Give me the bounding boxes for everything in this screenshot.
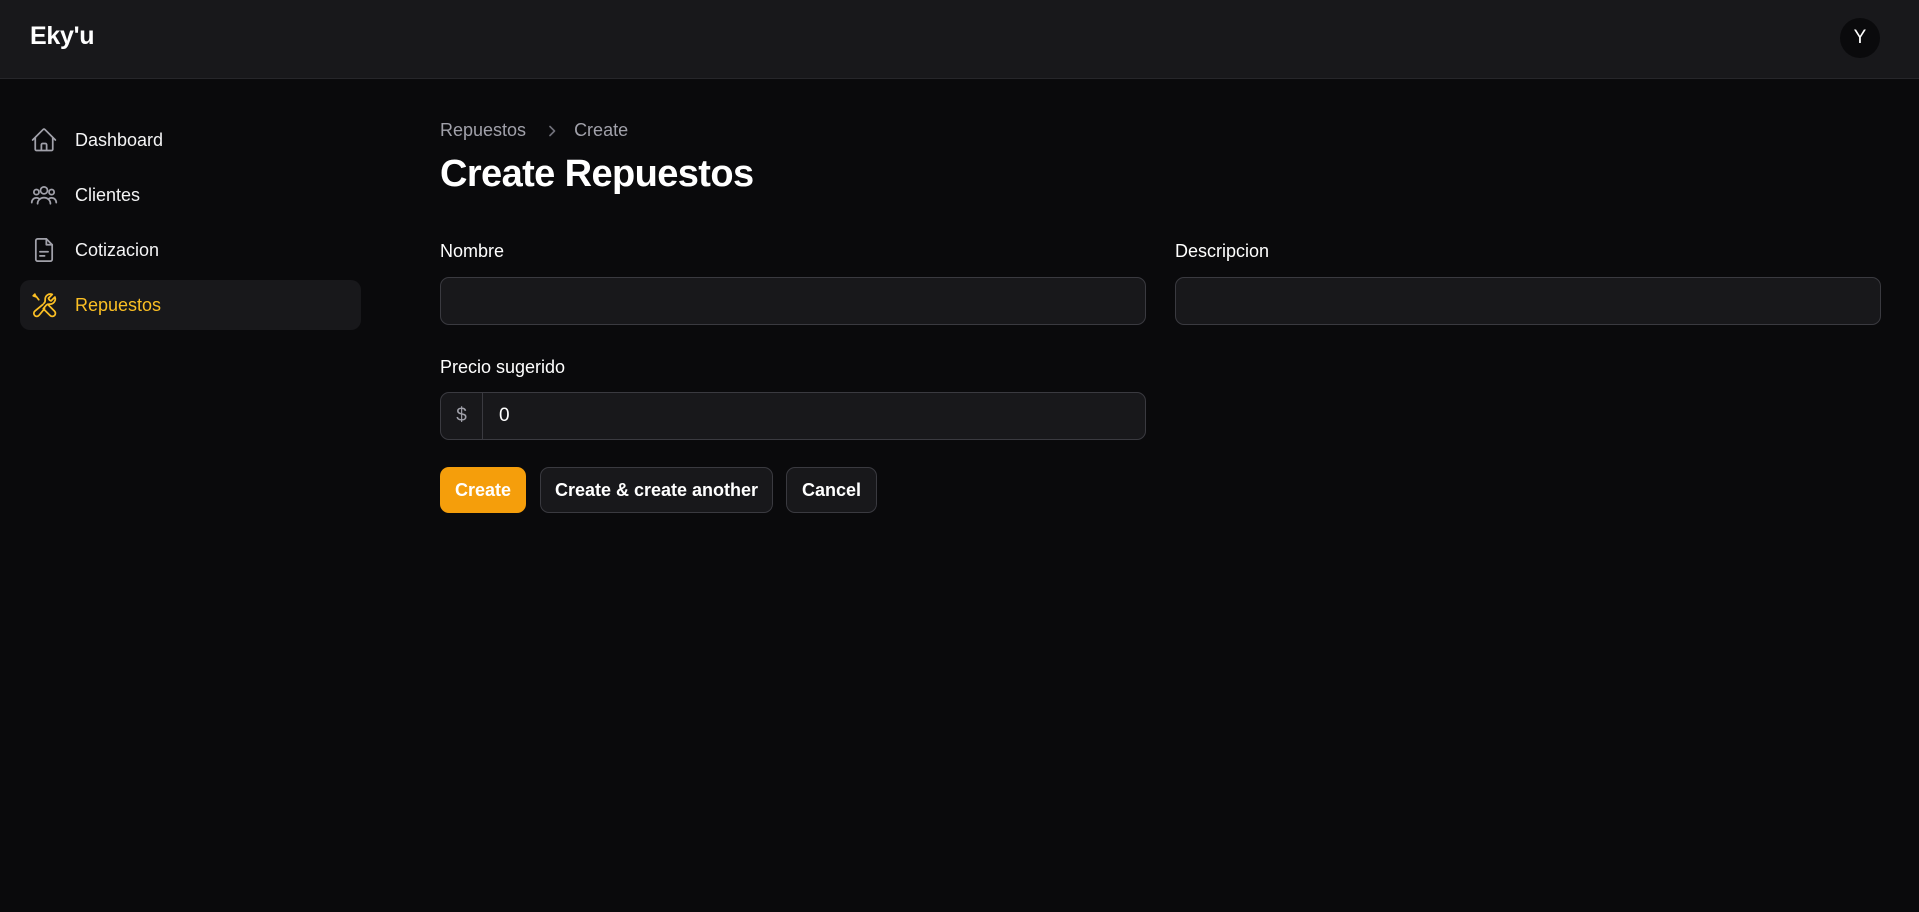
sidebar-item-dashboard[interactable]: Dashboard xyxy=(20,115,361,165)
wrench-screwdriver-icon xyxy=(30,291,58,319)
descripcion-label: Descripcion xyxy=(1175,241,1270,261)
sidebar: Dashboard Clientes Cotizacion Repuestos xyxy=(20,115,361,335)
breadcrumb-link-repuestos[interactable]: Repuestos xyxy=(440,120,526,141)
sidebar-item-label: Repuestos xyxy=(75,294,162,315)
nombre-label: Nombre xyxy=(440,241,505,261)
sidebar-item-label: Clientes xyxy=(75,184,141,205)
sidebar-item-label: Dashboard xyxy=(75,129,164,150)
user-avatar[interactable]: Y xyxy=(1840,18,1880,58)
descripcion-input[interactable] xyxy=(1175,277,1881,325)
breadcrumb-current: Create xyxy=(574,120,629,140)
page-title: Create Repuestos xyxy=(440,153,754,195)
top-bar: Eky'u Y xyxy=(0,0,1919,79)
brand-logo[interactable]: Eky'u xyxy=(30,22,95,51)
create-another-button[interactable]: Create & create another xyxy=(540,467,773,513)
sidebar-item-label: Cotizacion xyxy=(75,239,160,260)
chevron-right-icon xyxy=(544,123,560,139)
currency-prefix: $ xyxy=(441,393,483,439)
sidebar-item-clientes[interactable]: Clientes xyxy=(20,170,361,220)
create-button[interactable]: Create xyxy=(440,467,526,513)
document-icon xyxy=(30,236,58,264)
cancel-button[interactable]: Cancel xyxy=(786,467,877,513)
sidebar-item-repuestos[interactable]: Repuestos xyxy=(20,280,361,330)
main-content: Repuestos Create Create Repuestos xyxy=(440,118,1881,196)
precio-sugerido-field: $ xyxy=(440,392,1146,440)
home-icon xyxy=(30,126,58,154)
precio-sugerido-input[interactable] xyxy=(483,393,1145,439)
breadcrumb: Repuestos Create xyxy=(440,118,1881,143)
users-icon xyxy=(30,181,58,209)
precio-sugerido-label: Precio sugerido xyxy=(440,357,566,377)
nombre-input[interactable] xyxy=(440,277,1146,325)
sidebar-item-cotizacion[interactable]: Cotizacion xyxy=(20,225,361,275)
